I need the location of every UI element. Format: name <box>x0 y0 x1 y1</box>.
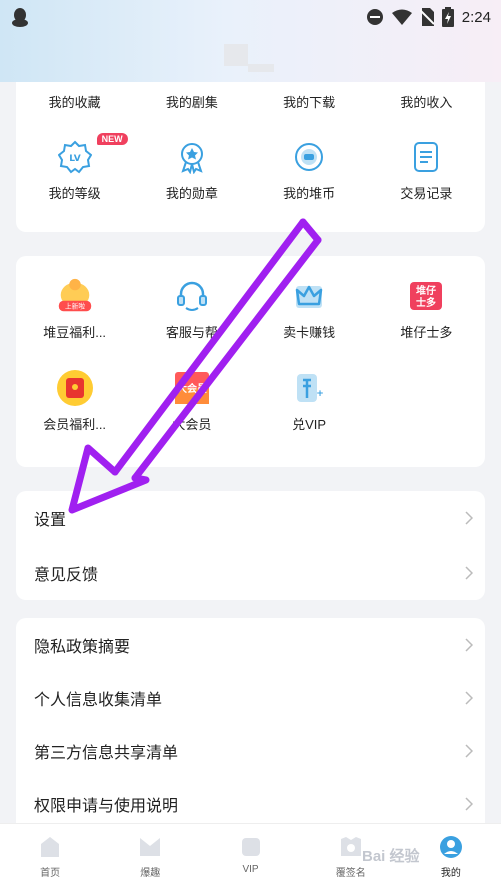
watermark: Bai 经验 <box>362 848 420 865</box>
store-icon: 堆仔 士多 <box>406 276 446 316</box>
blurred-username <box>224 44 274 72</box>
customer-service-item[interactable]: 客服与帮 <box>133 276 250 341</box>
record-icon <box>406 137 446 177</box>
third-party-row[interactable]: 第三方信息共享清单 <box>16 724 485 778</box>
tab-vip[interactable]: VIP <box>200 824 300 893</box>
chevron-right-icon <box>465 638 473 652</box>
transaction-records-item[interactable]: 交易记录 <box>368 137 485 202</box>
services-card: 上新啦 堆豆福利... 客服与帮 卖卡赚钱 堆仔 士多 堆仔士多 会员福利...… <box>16 256 485 467</box>
feedback-row[interactable]: 意见反馈 <box>16 546 485 600</box>
settings-row[interactable]: 设置 <box>16 491 485 545</box>
my-coins-item[interactable]: 我的堆币 <box>251 137 368 202</box>
services-row-1: 上新啦 堆豆福利... 客服与帮 卖卡赚钱 堆仔 士多 堆仔士多 <box>16 276 485 341</box>
chevron-right-icon <box>465 797 473 811</box>
settings-card: 设置 意见反馈 <box>16 491 485 600</box>
personal-info-label: 个人信息收集清单 <box>34 692 163 709</box>
my-functions-card: 我的收藏 我的剧集 我的下载 我的收入 LV NEW 我的等级 我的勋章 我的堆… <box>16 82 485 232</box>
my-favorites-item[interactable]: 我的收藏 <box>16 90 133 111</box>
dnd-icon <box>366 9 383 25</box>
profile-icon <box>439 836 462 858</box>
tab-explore[interactable]: 爆趣 <box>100 824 200 893</box>
crown-card-icon <box>289 276 329 316</box>
settings-label: 设置 <box>34 512 67 529</box>
privacy-summary-label: 隐私政策摘要 <box>34 639 131 656</box>
my-dramas-item[interactable]: 我的剧集 <box>133 90 250 111</box>
my-medals-item[interactable]: 我的勋章 <box>133 137 250 202</box>
svg-text:LV: LV <box>69 154 80 164</box>
battery-icon <box>441 7 454 27</box>
svg-text:堆仔: 堆仔 <box>416 284 436 297</box>
vip-exchange-icon: + <box>289 368 329 408</box>
bottom-tab-bar: 首页 爆趣 VIP 覆签名 我的 <box>0 823 501 893</box>
exchange-vip-item[interactable]: + 兑VIP <box>251 368 368 433</box>
vip-icon <box>241 838 260 856</box>
bean-welfare-item[interactable]: 上新啦 堆豆福利... <box>16 276 133 341</box>
sign-icon <box>340 837 361 856</box>
coin-icon <box>289 137 329 177</box>
personal-info-row[interactable]: 个人信息收集清单 <box>16 671 485 725</box>
svg-text:上新啦: 上新啦 <box>65 301 85 310</box>
red-envelope-icon <box>55 368 95 408</box>
status-bar: 2:24 <box>0 0 501 34</box>
my-income-item[interactable]: 我的收入 <box>368 90 485 111</box>
svg-text:士多: 士多 <box>416 296 436 309</box>
my-functions-row-1: 我的收藏 我的剧集 我的下载 我的收入 <box>16 90 485 111</box>
dui-store-item[interactable]: 堆仔 士多 堆仔士多 <box>368 276 485 341</box>
chevron-right-icon <box>465 566 473 580</box>
privacy-card: 隐私政策摘要 个人信息收集清单 第三方信息共享清单 权限申请与使用说明 <box>16 618 485 838</box>
headset-icon <box>172 276 212 316</box>
big-member-icon: 大会员 <box>172 368 212 408</box>
member-welfare-item[interactable]: 会员福利... <box>16 368 133 433</box>
explore-icon <box>140 838 161 856</box>
chevron-right-icon <box>465 691 473 705</box>
svg-text:大会员: 大会员 <box>177 382 207 395</box>
wifi-icon <box>391 9 412 25</box>
new-badge: NEW <box>96 133 128 145</box>
sell-cards-item[interactable]: 卖卡赚钱 <box>251 276 368 341</box>
third-party-label: 第三方信息共享清单 <box>34 745 179 762</box>
my-functions-row-2: LV NEW 我的等级 我的勋章 我的堆币 交易记录 <box>16 133 485 202</box>
big-member-item[interactable]: 大会员 大会员 <box>133 368 250 433</box>
level-icon: LV NEW <box>55 133 128 177</box>
my-level-item[interactable]: LV NEW 我的等级 <box>16 133 133 202</box>
chevron-right-icon <box>465 744 473 758</box>
svg-text:+: + <box>316 389 324 399</box>
gift-bag-icon: 上新啦 <box>55 276 95 316</box>
no-sim-icon <box>419 8 434 26</box>
chevron-right-icon <box>465 511 473 525</box>
services-row-2: 会员福利... 大会员 大会员 + 兑VIP <box>16 368 485 433</box>
feedback-label: 意见反馈 <box>34 567 99 584</box>
privacy-summary-row[interactable]: 隐私政策摘要 <box>16 618 485 672</box>
permissions-label: 权限申请与使用说明 <box>34 798 179 815</box>
my-downloads-item[interactable]: 我的下载 <box>251 90 368 111</box>
home-icon <box>41 837 60 857</box>
qq-icon <box>12 8 28 27</box>
tab-home[interactable]: 首页 <box>0 824 100 893</box>
status-time: 2:24 <box>461 8 491 26</box>
medal-icon <box>172 137 212 177</box>
